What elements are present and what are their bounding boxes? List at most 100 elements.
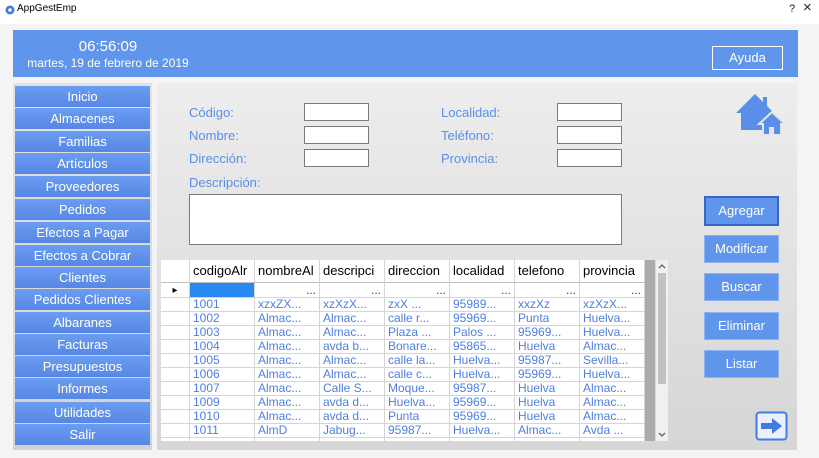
column-header[interactable]: codigoAlr [190, 260, 255, 283]
table-cell[interactable]: 95969... [450, 396, 515, 410]
table-cell[interactable]: xzxZX... [255, 298, 320, 312]
table-cell[interactable]: Huelva... [450, 424, 515, 438]
localidad-field[interactable] [557, 103, 622, 121]
list-button[interactable]: Listar [704, 350, 779, 378]
row-header[interactable] [161, 298, 190, 312]
table-cell[interactable]: AlmD [255, 424, 320, 438]
table-cell[interactable]: Huelva... [580, 368, 645, 382]
table-cell[interactable]: xxzXz [515, 298, 580, 312]
table-row[interactable]: 1001 xzxZX... xzXzX... zxX ... 95989... xxzXz… [161, 298, 645, 312]
codigo-field[interactable] [304, 103, 369, 121]
table-row[interactable]: 1006 Almac... Almac... calle c... Huelva... 9… [161, 368, 645, 382]
table-row[interactable]: 1007 Almac... Calle S... Moque... 95987... Hu… [161, 382, 645, 396]
table-cell[interactable]: Bonare... [385, 340, 450, 354]
table-cell[interactable] [450, 438, 515, 441]
row-header[interactable] [161, 326, 190, 340]
table-cell[interactable]: Almac... [255, 396, 320, 410]
table-cell[interactable]: Almac... [580, 396, 645, 410]
sidebar-item-familias[interactable]: Familias [15, 131, 150, 152]
row-header[interactable] [161, 340, 190, 354]
table-cell[interactable]: 95969... [450, 312, 515, 326]
table-cell[interactable]: Moque... [385, 382, 450, 396]
table-cell[interactable] [255, 438, 320, 441]
table-cell[interactable]: Huelva... [580, 326, 645, 340]
provincia-field[interactable] [557, 149, 622, 167]
table-row[interactable]: 1005 Almac... Almac... calle la... Huelva...… [161, 354, 645, 368]
descripcion-field[interactable] [189, 194, 622, 245]
table-cell[interactable]: 1005 [190, 354, 255, 368]
table-row[interactable]: 1002 Almac... Almac... calle r... 95969... Pu… [161, 312, 645, 326]
row-header[interactable] [161, 382, 190, 396]
table-cell[interactable] [385, 438, 450, 441]
row-header[interactable] [161, 396, 190, 410]
table-row-partial[interactable] [161, 438, 645, 441]
nombre-field[interactable] [304, 126, 369, 144]
table-cell[interactable] [190, 438, 255, 441]
table-cell[interactable]: calle r... [385, 312, 450, 326]
table-cell[interactable]: Almac... [255, 340, 320, 354]
table-cell[interactable]: Almac... [580, 382, 645, 396]
table-cell[interactable]: avda d... [320, 410, 385, 424]
edit-button[interactable]: Modificar [704, 235, 779, 263]
table-cell[interactable]: Almac... [320, 312, 385, 326]
sidebar-item-almacenes[interactable]: Almacenes [15, 108, 150, 129]
delete-button[interactable]: Eliminar [704, 312, 779, 340]
chevron-down-icon[interactable] [656, 428, 668, 441]
search-button[interactable]: Buscar [704, 273, 779, 301]
table-cell[interactable]: Almac... [255, 368, 320, 382]
help-titlebar-button[interactable]: ? [789, 2, 795, 16]
table-cell[interactable]: Huelva... [580, 312, 645, 326]
sidebar-item-efectos-pagar[interactable]: Efectos a Pagar [15, 222, 150, 243]
table-cell[interactable] [190, 283, 255, 298]
sidebar-item-efectos-cobrar[interactable]: Efectos a Cobrar [15, 245, 150, 266]
row-header[interactable] [161, 354, 190, 368]
table-cell[interactable]: ... [320, 283, 385, 298]
help-button[interactable]: Ayuda [712, 46, 783, 70]
table-row[interactable]: 1011 AlmD Jabug... 95987... Huelva... Almac..… [161, 424, 645, 438]
grid-scrollbar[interactable] [655, 260, 668, 441]
table-cell[interactable]: 95989... [450, 298, 515, 312]
sidebar-item-informes[interactable]: Informes [15, 378, 150, 399]
table-cell[interactable]: Almac... [580, 340, 645, 354]
table-cell[interactable]: Punta [385, 410, 450, 424]
sidebar-item-proveedores[interactable]: Proveedores [15, 176, 150, 197]
table-cell[interactable]: Punta [515, 312, 580, 326]
table-cell[interactable]: calle c... [385, 368, 450, 382]
table-cell[interactable]: Almac... [515, 424, 580, 438]
row-header[interactable] [161, 424, 190, 438]
table-cell[interactable]: Almac... [320, 326, 385, 340]
table-cell[interactable]: 1003 [190, 326, 255, 340]
table-cell[interactable]: avda d... [320, 396, 385, 410]
table-cell[interactable]: Almac... [255, 312, 320, 326]
table-cell[interactable] [320, 438, 385, 441]
table-cell[interactable]: 1010 [190, 410, 255, 424]
table-row[interactable]: 1003 Almac... Almac... Plaza ... Palos ... 95… [161, 326, 645, 340]
column-header[interactable]: direccion [385, 260, 450, 283]
column-header[interactable]: localidad [450, 260, 515, 283]
sidebar-item-pedidos-clientes[interactable]: Pedidos Clientes [15, 289, 150, 310]
sidebar-item-albaranes[interactable]: Albaranes [15, 312, 150, 333]
table-cell[interactable]: 1004 [190, 340, 255, 354]
table-cell[interactable]: Huelva... [385, 396, 450, 410]
table-cell[interactable]: 1007 [190, 382, 255, 396]
table-cell[interactable]: ... [580, 283, 645, 298]
table-cell[interactable]: calle la... [385, 354, 450, 368]
table-cell[interactable]: 95969... [515, 326, 580, 340]
sidebar-item-facturas[interactable]: Facturas [15, 334, 150, 355]
row-header[interactable] [161, 438, 190, 441]
column-header[interactable]: provincia [580, 260, 645, 283]
sidebar-item-articulos[interactable]: Artículos [15, 153, 150, 174]
table-cell[interactable]: ... [385, 283, 450, 298]
table-cell[interactable]: 1011 [190, 424, 255, 438]
table-cell[interactable]: Calle S... [320, 382, 385, 396]
sidebar-item-clientes[interactable]: Clientes [15, 267, 150, 288]
table-cell[interactable]: Palos ... [450, 326, 515, 340]
table-cell[interactable]: 95987... [515, 354, 580, 368]
table-cell[interactable]: Huelva [515, 396, 580, 410]
sidebar-item-inicio[interactable]: Inicio [15, 86, 150, 107]
table-cell[interactable]: Sevilla... [580, 354, 645, 368]
sidebar-item-pedidos[interactable]: Pedidos [15, 199, 150, 220]
table-cell[interactable]: zxX ... [385, 298, 450, 312]
table-cell[interactable]: Jabug... [320, 424, 385, 438]
table-cell[interactable]: Huelva [515, 340, 580, 354]
